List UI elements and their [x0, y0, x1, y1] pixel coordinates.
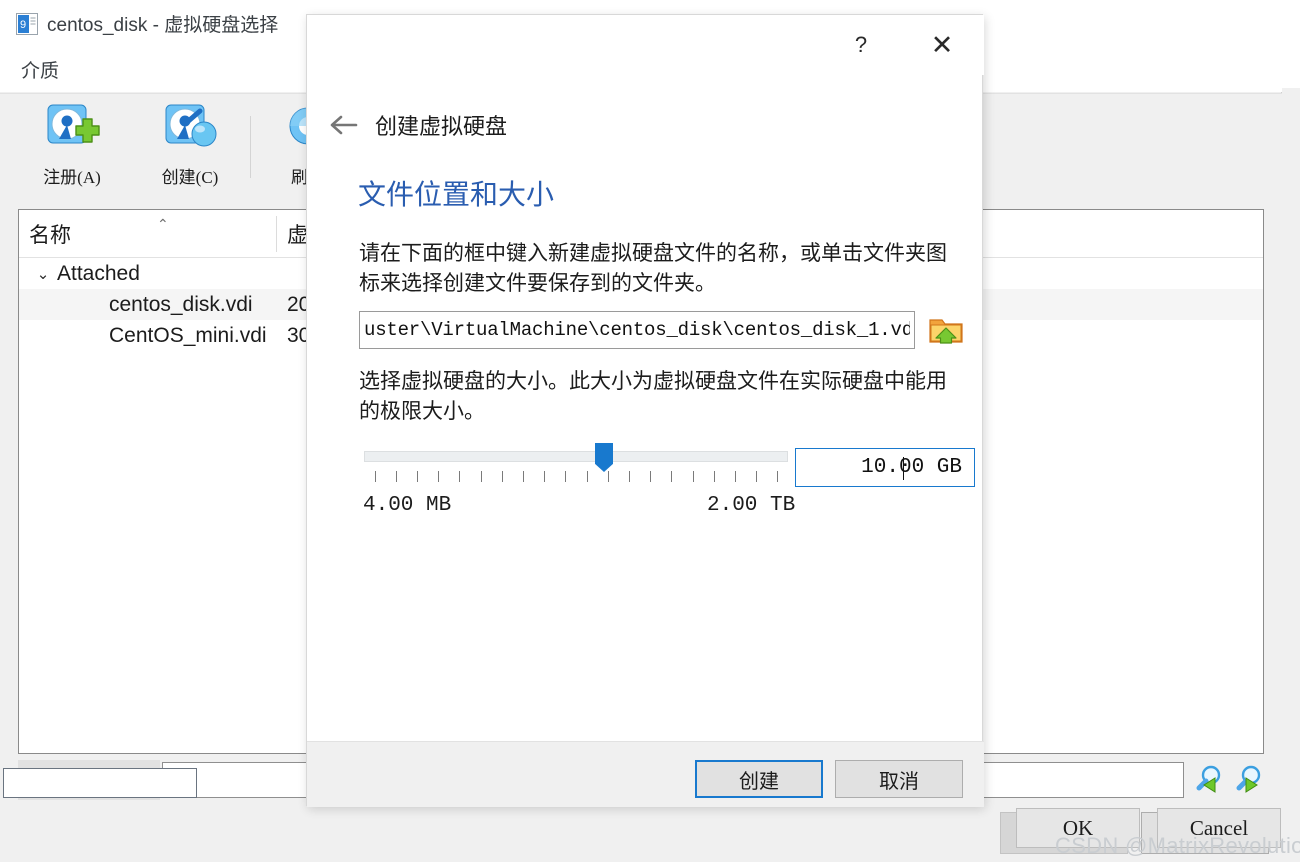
slider-tick [523, 471, 524, 482]
svg-text:9: 9 [20, 19, 26, 31]
vm-disk-icon: 9 [16, 13, 38, 35]
slider-tick [375, 471, 376, 482]
media-manager-title: centos_disk - 虚拟硬盘选择 [47, 15, 279, 36]
slider-tick [587, 471, 588, 482]
disk-size-value: 10.00 GB [861, 456, 962, 479]
folder-open-icon[interactable] [928, 312, 964, 348]
toolbar-label-create: 创建(C) [161, 168, 219, 187]
slider-tick [608, 471, 609, 482]
dialog-wizard-header: 创建虚拟硬盘 [307, 103, 984, 147]
text-cursor [903, 457, 904, 480]
toolbar-button-create[interactable]: 创建(C) [140, 102, 240, 196]
slider-tick [544, 471, 545, 482]
disk-size-slider[interactable] [364, 443, 788, 472]
slider-tick [629, 471, 630, 482]
slider-tick [396, 471, 397, 482]
create-disk-icon [162, 102, 218, 158]
list-item-label: CentOS_mini.vdi [109, 323, 267, 347]
toolbar-separator [250, 116, 251, 178]
list-item-label: centos_disk.vdi [109, 292, 253, 316]
slider-tick [756, 471, 757, 482]
search-next-icon[interactable] [1232, 764, 1264, 796]
register-disk-icon [44, 102, 100, 158]
slider-tick-marks [364, 471, 788, 483]
create-button[interactable]: 创建 [695, 760, 823, 798]
slider-tick [417, 471, 418, 482]
search-prev-icon[interactable] [1192, 764, 1224, 796]
page-title: 文件位置和大小 [358, 179, 555, 210]
slider-tick [714, 471, 715, 482]
file-path-input[interactable] [359, 311, 915, 349]
description-paragraph-location: 请在下面的框中键入新建虚拟硬盘文件的名称，或单击文件夹图标来选择创建文件要保存到… [359, 242, 947, 295]
screen: ? ✕ 9 centos_disk - 虚拟硬盘选择 介质 [0, 0, 1300, 862]
column-header-name[interactable]: 名称 [29, 210, 71, 258]
dialog-close-button[interactable]: ✕ [919, 23, 965, 67]
slider-track[interactable] [364, 451, 788, 462]
dialog-wizard-title: 创建虚拟硬盘 [375, 114, 508, 139]
slider-handle[interactable] [595, 443, 613, 472]
dialog-cancel-button[interactable]: 取消 [835, 760, 963, 798]
back-arrow-icon[interactable] [325, 103, 363, 147]
slider-min-label: 4.00 MB [363, 494, 452, 517]
disk-size-control: 4.00 MB 2.00 TB 10.00 GB [359, 439, 975, 529]
dialog-footer: 创建 取消 [307, 741, 984, 807]
create-virtual-hard-disk-dialog: ? ✕ 创建虚拟硬盘 文件位置和大小 请在下面的框中键入新建虚拟硬盘文件的名称，… [306, 14, 984, 807]
slider-tick [735, 471, 736, 482]
slider-tick [438, 471, 439, 482]
description-paragraph-size: 选择虚拟硬盘的大小。此大小为虚拟硬盘文件在实际硬盘中能用的极限大小。 [359, 370, 947, 423]
ok-button[interactable]: OK [1016, 808, 1140, 848]
slider-tick [502, 471, 503, 482]
slider-tick [650, 471, 651, 482]
slider-tick [565, 471, 566, 482]
slider-tick [481, 471, 482, 482]
list-item-label: Attached [57, 261, 140, 285]
cancel-button-outer[interactable]: Cancel [1157, 808, 1281, 848]
slider-tick [777, 471, 778, 482]
sort-ascending-icon: ⌃ [157, 216, 169, 232]
slider-tick [671, 471, 672, 482]
file-path-row [359, 309, 967, 351]
outer-bottom-text-field[interactable] [3, 768, 197, 798]
slider-tick [459, 471, 460, 482]
chevron-down-icon[interactable]: ⌄ [29, 265, 57, 283]
menu-item-media[interactable]: 介质 [16, 54, 64, 85]
slider-tick [693, 471, 694, 482]
disk-size-input[interactable]: 10.00 GB [795, 448, 975, 487]
toolbar-label-register: 注册(A) [43, 168, 101, 187]
toolbar-button-register[interactable]: 注册(A) [22, 102, 122, 196]
slider-max-label: 2.00 TB [707, 494, 796, 517]
dialog-help-button[interactable]: ? [838, 23, 884, 67]
